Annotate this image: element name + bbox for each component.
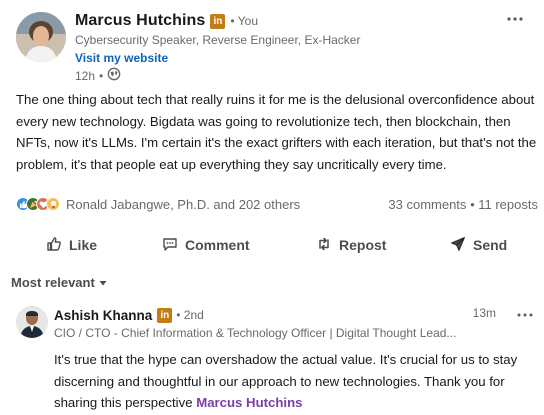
- comment-more-icon[interactable]: [516, 308, 534, 322]
- comment-label: Comment: [185, 237, 250, 253]
- author-headline: Cybersecurity Speaker, Reverse Engineer,…: [75, 33, 361, 47]
- like-label: Like: [69, 237, 98, 253]
- more-horizontal-icon[interactable]: [506, 12, 524, 26]
- meta-separator: •: [99, 68, 104, 83]
- send-button[interactable]: Send: [450, 231, 507, 259]
- author-name[interactable]: Marcus Hutchins: [75, 12, 205, 30]
- engagement-counts: 33 comments • 11 reposts: [388, 197, 538, 212]
- author-info: Marcus Hutchins in • You Cybersecurity S…: [75, 10, 360, 84]
- commenter-avatar[interactable]: [16, 306, 48, 338]
- thumbs-up-icon: [46, 236, 69, 255]
- reposts-count[interactable]: 11 reposts: [478, 197, 538, 212]
- commenter-headline: CIO / CTO - Chief Information & Technolo…: [54, 326, 457, 340]
- visit-website-link[interactable]: Visit my website: [75, 51, 360, 65]
- connection-degree: • 2nd: [176, 308, 204, 322]
- comment-body: Ashish Khanna in • 2nd CIO / CTO - Chief…: [54, 304, 534, 342]
- sort-label: Most relevant: [11, 275, 95, 290]
- counts-separator: •: [470, 196, 475, 212]
- repost-label: Repost: [339, 237, 387, 253]
- insightful-reaction-icon: [46, 197, 60, 211]
- mention-link[interactable]: Marcus Hutchins: [196, 395, 302, 410]
- author-avatar[interactable]: [16, 12, 66, 62]
- post-text: The one thing about tech that really rui…: [16, 92, 537, 172]
- post-meta: 12h •: [75, 67, 360, 84]
- comment-time: 13m: [472, 306, 496, 320]
- comment-button[interactable]: Comment: [162, 231, 250, 259]
- reaction-icons[interactable]: [16, 197, 60, 211]
- repost-icon: [316, 236, 339, 255]
- repost-button[interactable]: Repost: [316, 231, 386, 259]
- action-bar: Like Comment Repost Send: [0, 231, 544, 259]
- social-counts: Ronald Jabangwe, Ph.D. and 202 others 33…: [16, 194, 538, 214]
- like-button[interactable]: Like: [46, 231, 97, 259]
- post-header: Marcus Hutchins in • You Cybersecurity S…: [16, 10, 534, 84]
- send-icon: [450, 236, 473, 255]
- commenter-name[interactable]: Ashish Khanna: [54, 308, 152, 323]
- comment-icon: [162, 236, 185, 255]
- linkedin-premium-badge: in: [210, 13, 226, 29]
- comments-count[interactable]: 33 comments: [388, 197, 466, 212]
- post-time: 12h: [75, 68, 96, 83]
- comment-text: It's true that the hype can overshadow t…: [54, 349, 524, 414]
- globe-icon: [107, 67, 121, 84]
- comments-sort-dropdown[interactable]: Most relevant: [11, 275, 108, 290]
- linkedin-premium-badge: in: [157, 307, 173, 323]
- reactors-text[interactable]: Ronald Jabangwe, Ph.D. and 202 others: [66, 197, 300, 212]
- caret-down-icon: [98, 278, 108, 288]
- you-label: • You: [230, 14, 258, 28]
- comment-item: Ashish Khanna in • 2nd CIO / CTO - Chief…: [16, 304, 534, 412]
- send-label: Send: [473, 237, 508, 253]
